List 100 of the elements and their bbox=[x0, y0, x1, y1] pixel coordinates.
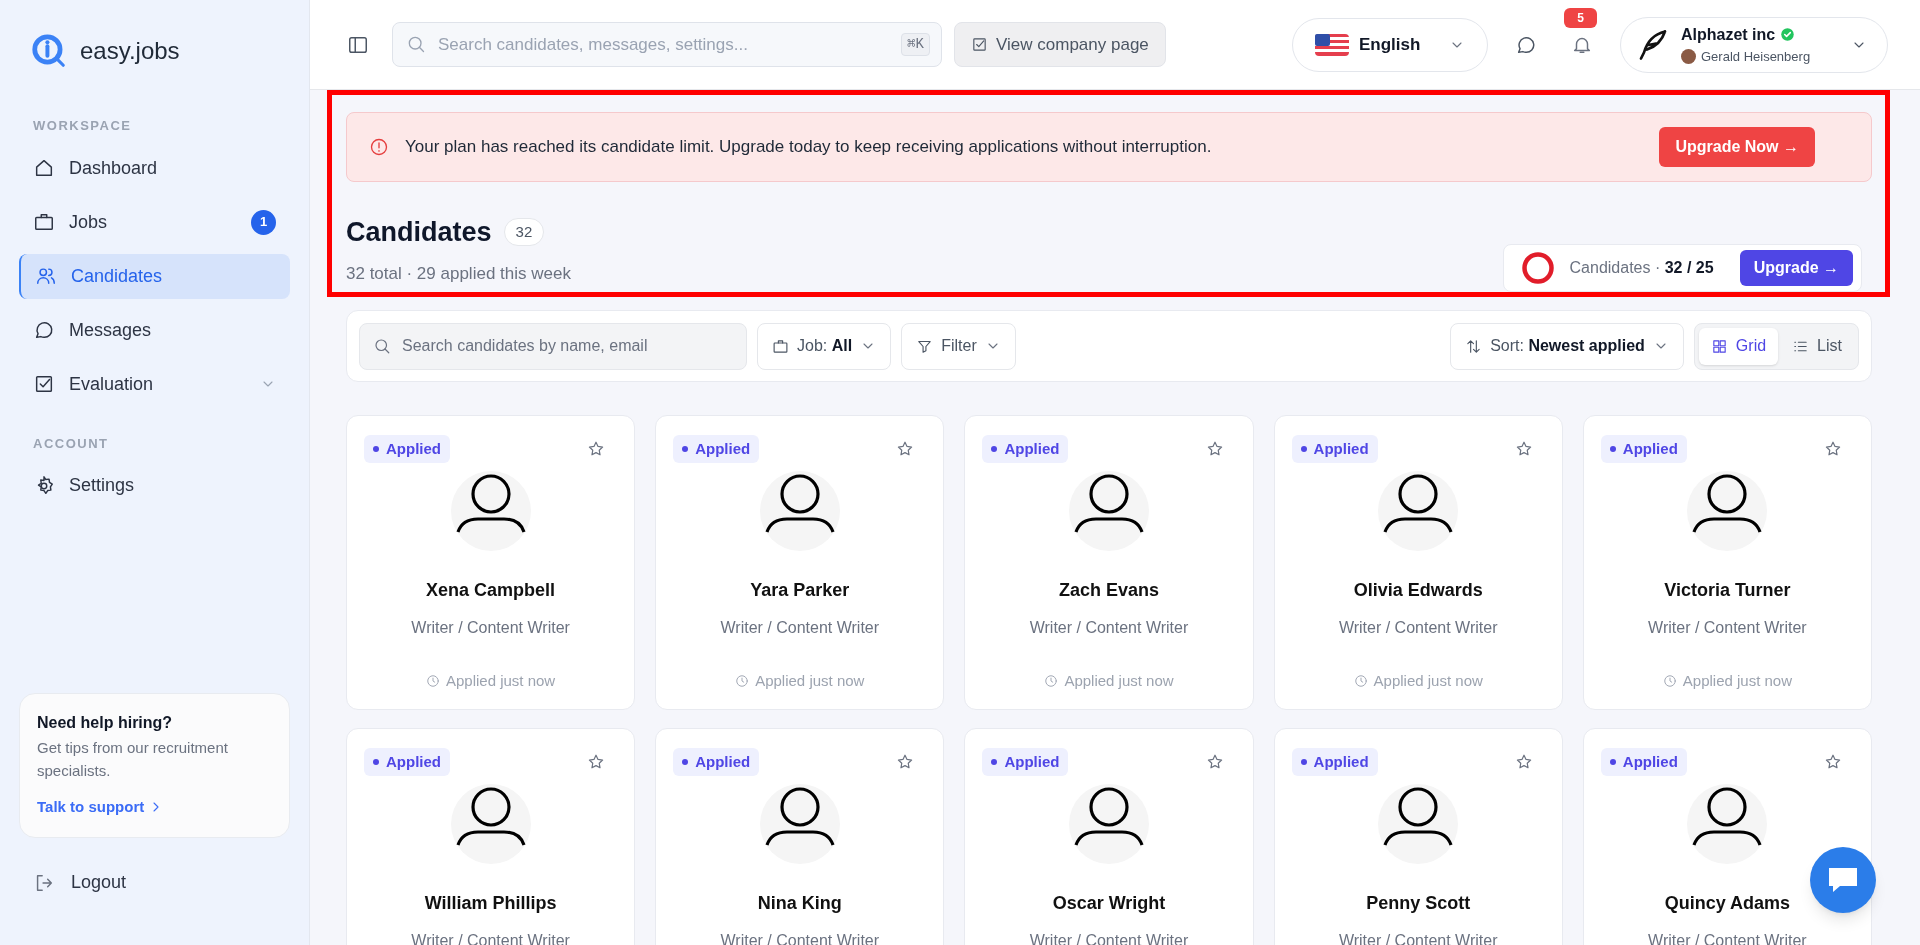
candidate-card[interactable]: Applied Xena Campbell Writer / Content Writer Applied just now bbox=[346, 415, 636, 710]
avatar-placeholder-icon bbox=[759, 784, 840, 864]
briefcase-icon bbox=[33, 211, 55, 233]
search-field[interactable]: Search candidates by name, email bbox=[359, 322, 747, 370]
star-icon[interactable] bbox=[896, 440, 915, 458]
avatar-placeholder-icon bbox=[450, 471, 531, 551]
user-name: Gerald Heisenberg bbox=[1701, 47, 1811, 66]
count-badge: 1 bbox=[251, 209, 276, 235]
upgrade-now-button[interactable]: Upgrade Now → bbox=[1659, 127, 1815, 167]
avatar-placeholder-icon bbox=[1069, 784, 1149, 864]
company-name: Alphazet inc bbox=[1681, 24, 1776, 45]
checkbox-icon bbox=[33, 373, 55, 395]
candidate-card[interactable]: Applied Victoria Turner Writer / Content Writer Applied just now bbox=[1582, 415, 1872, 710]
warning-icon bbox=[369, 137, 389, 157]
shortcut-key: ⌘K bbox=[901, 33, 930, 56]
candidate-role: Writer / Content Writer bbox=[1648, 618, 1807, 638]
support-link[interactable]: Talk to support bbox=[37, 796, 165, 819]
status-badge: Applied bbox=[982, 435, 1069, 463]
view-toggle[interactable]: Grid bbox=[1698, 327, 1779, 365]
logout-link[interactable]: Logout bbox=[19, 860, 290, 905]
candidate-card[interactable]: Applied Yara Parker Writer / Content Writer Applied just now bbox=[655, 415, 945, 710]
candidate-name: Nina King bbox=[757, 892, 842, 915]
chat-bubble-icon bbox=[1826, 865, 1860, 895]
star-icon[interactable] bbox=[1205, 753, 1224, 771]
count-badge: 32 bbox=[503, 218, 545, 247]
notification-count: 5 bbox=[1564, 7, 1597, 28]
applied-time: Applied just now bbox=[755, 671, 865, 691]
search-icon bbox=[373, 336, 391, 355]
clock-icon bbox=[1662, 674, 1677, 689]
candidate-card[interactable]: Applied Zach Evans Writer / Content Writer Applied just now bbox=[964, 415, 1254, 710]
page-subtitle: 32 total · 29 applied this week bbox=[346, 262, 571, 285]
avatar-placeholder-icon bbox=[1687, 471, 1768, 551]
status-badge: Applied bbox=[364, 435, 450, 463]
candidate-name: Quincy Adams bbox=[1664, 892, 1791, 915]
speech-bubble-icon bbox=[33, 319, 55, 341]
status-badge: Applied bbox=[673, 435, 760, 463]
candidate-name: Yara Parker bbox=[750, 579, 850, 602]
star-icon[interactable] bbox=[896, 753, 915, 771]
candidate-name: Xena Campbell bbox=[426, 579, 556, 602]
avatar-placeholder-icon bbox=[1069, 471, 1149, 551]
status-badge: Applied bbox=[1291, 435, 1378, 463]
home-icon bbox=[33, 157, 55, 179]
sidebar-item[interactable]: Jobs 1 bbox=[19, 199, 290, 245]
upgrade-button[interactable]: Upgrade → bbox=[1739, 250, 1853, 286]
checkbox-icon bbox=[971, 36, 988, 53]
applied-time: Applied just now bbox=[1682, 671, 1792, 691]
status-badge: Applied bbox=[673, 748, 760, 776]
filter-dropdown[interactable]: Filter bbox=[901, 322, 1016, 370]
candidate-card[interactable]: Applied Olivia Edwards Writer / Content Writer Applied just now bbox=[1273, 415, 1563, 710]
star-icon[interactable] bbox=[1514, 440, 1533, 458]
sort-dropdown[interactable]: Sort: Newest applied bbox=[1450, 322, 1684, 370]
sidebar-item[interactable]: Settings bbox=[19, 463, 290, 508]
applied-time: Applied just now bbox=[445, 671, 556, 691]
status-badge: Applied bbox=[1600, 435, 1687, 463]
applied-time: Applied just now bbox=[1373, 671, 1483, 691]
view-toggle[interactable]: List bbox=[1780, 327, 1854, 365]
star-icon[interactable] bbox=[1514, 753, 1533, 771]
candidate-role: Writer / Content Writer bbox=[1338, 618, 1498, 638]
sidebar-item[interactable]: Candidates bbox=[19, 253, 290, 299]
section-heading: ACCOUNT bbox=[32, 434, 110, 453]
language-selector[interactable]: English bbox=[1292, 17, 1488, 72]
status-badge: Applied bbox=[1291, 748, 1378, 776]
alert-message: Your plan has reached its candidate limit. Upgrade today to keep receiving applications without interruption. bbox=[405, 136, 1213, 159]
star-icon[interactable] bbox=[1824, 753, 1842, 771]
usage-ring-icon bbox=[1519, 250, 1556, 286]
candidate-role: Writer / Content Writer bbox=[1029, 618, 1189, 638]
candidate-name: Victoria Turner bbox=[1664, 579, 1791, 602]
star-icon[interactable] bbox=[1205, 440, 1224, 458]
sidebar-item[interactable]: Dashboard bbox=[19, 145, 290, 191]
help-title: Need help hiring? bbox=[37, 713, 174, 733]
avatar-placeholder-icon bbox=[450, 784, 531, 864]
candidate-role: Writer / Content Writer bbox=[720, 618, 880, 638]
candidate-name: Olivia Edwards bbox=[1353, 579, 1483, 602]
status-badge: Applied bbox=[364, 748, 450, 776]
section-heading: WORKSPACE bbox=[32, 117, 133, 135]
star-icon[interactable] bbox=[587, 440, 606, 458]
clock-icon bbox=[1353, 674, 1368, 689]
star-icon[interactable] bbox=[587, 753, 606, 771]
account-menu[interactable]: Alphazet inc Gerald Heisenberg bbox=[1620, 16, 1888, 73]
briefcase-icon bbox=[772, 337, 789, 355]
clock-icon bbox=[1044, 674, 1059, 689]
usage-label: Candidates · 32 / 25 bbox=[1569, 258, 1714, 278]
sidebar-item[interactable]: Evaluation bbox=[19, 361, 290, 407]
clock-icon bbox=[735, 674, 750, 689]
avatar-placeholder-icon bbox=[1687, 784, 1768, 864]
grid-icon bbox=[1710, 337, 1728, 355]
status-badge: Applied bbox=[1600, 748, 1687, 776]
candidate-role: Writer / Content Writer bbox=[411, 618, 570, 638]
candidate-name: William Phillips bbox=[424, 892, 557, 915]
search-icon bbox=[406, 34, 426, 54]
sidebar-item[interactable]: Messages bbox=[19, 307, 290, 353]
company-page-button[interactable]: View company page bbox=[954, 22, 1166, 67]
applied-time: Applied just now bbox=[1064, 671, 1174, 691]
candidate-name: Zach Evans bbox=[1058, 579, 1159, 602]
candidate-name: Penny Scott bbox=[1366, 892, 1471, 915]
brand-name: easy.jobs bbox=[80, 36, 180, 66]
star-icon[interactable] bbox=[1824, 440, 1842, 458]
avatar-placeholder-icon bbox=[1378, 471, 1459, 551]
avatar bbox=[1681, 49, 1696, 64]
job-filter-dropdown[interactable]: Job: All bbox=[757, 322, 892, 370]
